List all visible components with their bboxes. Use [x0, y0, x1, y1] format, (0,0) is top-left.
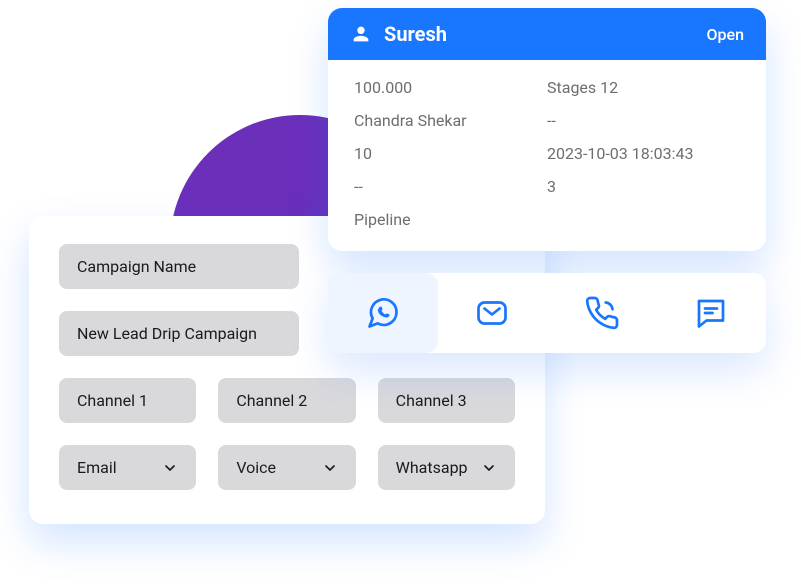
campaign-card: Campaign Name New Lead Drip Campaign Cha… — [29, 216, 545, 524]
channel-2-value: Voice — [236, 458, 276, 477]
contact-dash: -- — [354, 177, 547, 196]
contact-dash-2: -- — [547, 111, 740, 130]
contact-name: Suresh — [384, 22, 707, 46]
sms-button[interactable] — [657, 273, 767, 353]
channel-1-select[interactable]: Email — [59, 445, 196, 490]
contact-right-col: Stages 12 -- 2023-10-03 18:03:43 3 — [547, 78, 740, 229]
channel-3-label: Channel 3 — [378, 378, 515, 423]
channel-2-label: Channel 2 — [218, 378, 355, 423]
contact-timestamp: 2023-10-03 18:03:43 — [547, 144, 740, 163]
channel-1-label: Channel 1 — [59, 378, 196, 423]
contact-status[interactable]: Open — [707, 25, 745, 44]
whatsapp-button[interactable] — [328, 273, 438, 353]
campaign-name-label: Campaign Name — [59, 244, 299, 289]
contact-header: Suresh Open — [328, 8, 766, 60]
contact-owner: Chandra Shekar — [354, 111, 547, 130]
channel-3-label-text: Channel 3 — [396, 391, 467, 410]
channel-2-label-text: Channel 2 — [236, 391, 307, 410]
contact-three: 3 — [547, 177, 740, 196]
contact-card: Suresh Open 100.000 Chandra Shekar 10 --… — [328, 8, 766, 251]
email-icon — [474, 295, 510, 331]
chevron-down-icon — [481, 460, 497, 476]
contact-amount: 100.000 — [354, 78, 547, 97]
campaign-name-input[interactable]: New Lead Drip Campaign — [59, 311, 299, 356]
action-bar — [328, 273, 766, 353]
sms-icon — [693, 295, 729, 331]
contact-ten: 10 — [354, 144, 547, 163]
channel-2-select[interactable]: Voice — [218, 445, 355, 490]
contact-stages: Stages 12 — [547, 78, 740, 97]
contact-body: 100.000 Chandra Shekar 10 -- Pipeline St… — [328, 60, 766, 251]
chevron-down-icon — [322, 460, 338, 476]
channel-3-value: Whatsapp — [396, 458, 468, 477]
chevron-down-icon — [162, 460, 178, 476]
campaign-name-value: New Lead Drip Campaign — [77, 324, 257, 343]
channel-3-select[interactable]: Whatsapp — [378, 445, 515, 490]
contact-left-col: 100.000 Chandra Shekar 10 -- Pipeline — [354, 78, 547, 229]
phone-icon — [584, 295, 620, 331]
contact-pipeline: Pipeline — [354, 210, 547, 229]
email-button[interactable] — [438, 273, 548, 353]
channel-1-label-text: Channel 1 — [77, 391, 148, 410]
channel-1-value: Email — [77, 458, 117, 477]
call-button[interactable] — [547, 273, 657, 353]
whatsapp-icon — [365, 295, 401, 331]
campaign-name-label-text: Campaign Name — [77, 257, 196, 276]
person-icon — [350, 23, 372, 45]
